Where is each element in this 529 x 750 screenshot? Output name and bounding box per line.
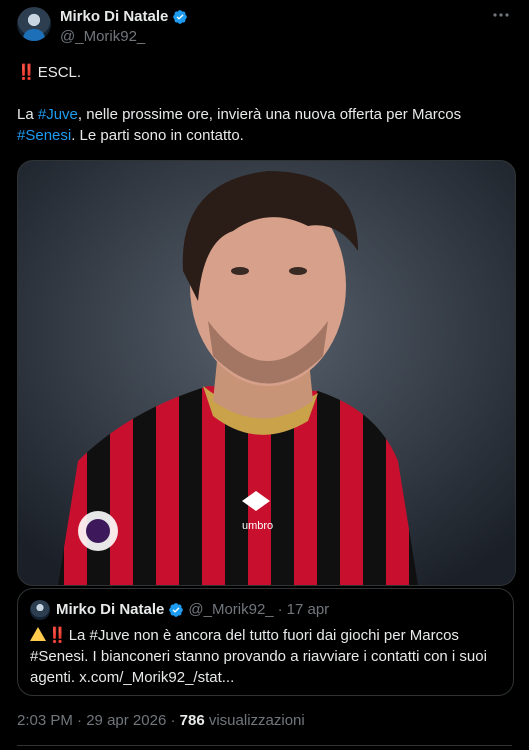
more-options-icon[interactable] [491, 9, 511, 21]
double-exclamation-icon: ‼️ [17, 64, 36, 81]
verified-badge-icon [173, 9, 188, 24]
separator-dot: · [277, 601, 283, 618]
separator-dot: · [77, 712, 83, 729]
quoted-text-segment: . I bianconeri stanno provando a riavvia… [30, 648, 487, 686]
tweet-text-segment: , nelle prossime ore, invierà una nuova … [77, 106, 462, 123]
tweet-media-image[interactable]: umbro [17, 160, 516, 586]
divider [17, 745, 512, 746]
separator-dot: · [170, 712, 176, 729]
warning-icon [30, 627, 46, 641]
author-handle[interactable]: @_Morik92_ [60, 28, 145, 45]
hashtag-senesi-link[interactable]: #Senesi [17, 127, 71, 144]
tweet-text-segment: La [17, 106, 38, 123]
quoted-author-avatar[interactable] [30, 600, 50, 620]
views-label: visualizzazioni [208, 712, 305, 729]
hashtag-juve-link[interactable]: #Juve [38, 106, 78, 123]
svg-text:umbro: umbro [242, 520, 273, 532]
views-count: 786 [179, 712, 205, 729]
quoted-text-segment: non è ancora del tutto fuori dai giochi … [129, 627, 459, 644]
tweet-text: ‼️ ESCL. La #Juve, nelle prossime ore, in… [17, 62, 512, 146]
tweet-text-segment: . Le parti sono in contatto. [71, 127, 244, 144]
quoted-author-name[interactable]: Mirko Di Natale [56, 601, 164, 618]
premier-league-logo [78, 511, 118, 551]
tweet-paragraph-2: La #Juve, nelle prossime ore, invierà un… [17, 104, 512, 146]
quoted-tweet-text: ‼️ La #Juve non è ancora del tutto fuori … [30, 625, 508, 688]
verified-badge-icon [169, 602, 184, 617]
tweet-line-1: ‼️ ESCL. [17, 62, 512, 83]
quoted-tweet-header: Mirko Di Natale @_Morik92_ · 17 apr [56, 601, 329, 618]
quoted-hashtag-senesi: #Senesi [30, 648, 85, 665]
tweet-meta: 2:03 PM · 29 apr 2026 · 786 visualizzazi… [17, 712, 305, 729]
player-photo: umbro [18, 161, 515, 585]
author-name-row[interactable]: Mirko Di Natale [60, 8, 188, 25]
quoted-tweet-card[interactable]: Mirko Di Natale @_Morik92_ · 17 apr ‼️ La… [17, 588, 514, 696]
quoted-hashtag-juve: #Juve [89, 627, 130, 644]
quoted-author-handle[interactable]: @_Morik92_ [188, 601, 273, 618]
tweet-time[interactable]: 2:03 PM [17, 712, 73, 729]
author-avatar[interactable] [17, 7, 51, 41]
tweet-date[interactable]: 29 apr 2026 [86, 712, 166, 729]
quoted-tweet-date[interactable]: 17 apr [287, 601, 330, 618]
tweet-line-1-text: ESCL. [37, 64, 82, 81]
double-exclamation-icon: ‼️ [48, 627, 67, 644]
author-name[interactable]: Mirko Di Natale [60, 8, 168, 25]
quoted-text-segment: La [68, 627, 90, 644]
